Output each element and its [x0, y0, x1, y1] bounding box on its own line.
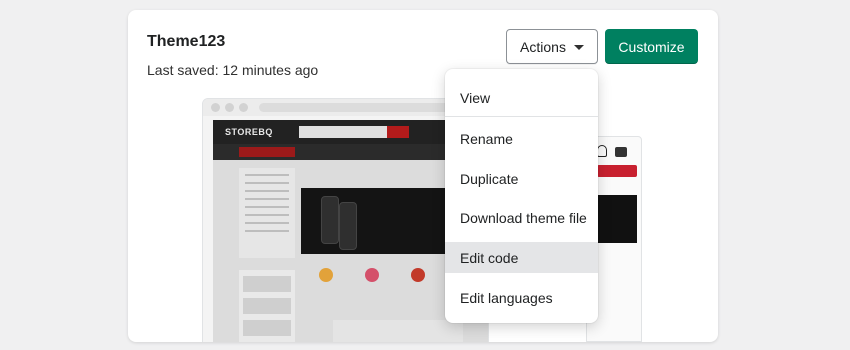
- menu-item-edit-code[interactable]: Edit code: [445, 242, 598, 273]
- bag-icon: [615, 147, 627, 157]
- browser-dot-icon: [239, 103, 248, 112]
- theme-name: Theme123: [147, 33, 226, 50]
- mobile-search-button: [597, 165, 637, 177]
- actions-dropdown-menu: View Rename Duplicate Download theme fil…: [445, 69, 598, 323]
- store-product-list: [239, 270, 295, 342]
- menu-divider: [445, 116, 598, 117]
- store-search-field: [299, 126, 387, 138]
- feature-icon: [411, 268, 425, 282]
- menu-item-download-theme-file[interactable]: Download theme file: [445, 202, 598, 233]
- actions-button[interactable]: Actions: [506, 29, 598, 64]
- feature-icon: [365, 268, 379, 282]
- store-popular-section: [333, 320, 463, 342]
- phone-image: [321, 196, 339, 244]
- menu-item-view[interactable]: View: [445, 82, 598, 113]
- store-search-button: [387, 126, 409, 138]
- customize-button[interactable]: Customize: [605, 29, 698, 64]
- store-logo: STOREBQ: [225, 127, 273, 137]
- menu-item-duplicate[interactable]: Duplicate: [445, 163, 598, 194]
- actions-button-label: Actions: [520, 38, 566, 55]
- menu-item-edit-languages[interactable]: Edit languages: [445, 282, 598, 313]
- last-saved-text: Last saved: 12 minutes ago: [147, 62, 319, 78]
- store-sidebar: [239, 168, 295, 258]
- browser-dot-icon: [225, 103, 234, 112]
- feature-icon: [319, 268, 333, 282]
- caret-down-icon: [573, 44, 584, 50]
- menu-item-rename[interactable]: Rename: [445, 123, 598, 154]
- user-icon: [597, 145, 607, 157]
- phone-image: [339, 202, 357, 250]
- store-category-button: [239, 147, 295, 157]
- browser-dot-icon: [211, 103, 220, 112]
- theme-card: Theme123 Last saved: 12 minutes ago Acti…: [128, 10, 718, 342]
